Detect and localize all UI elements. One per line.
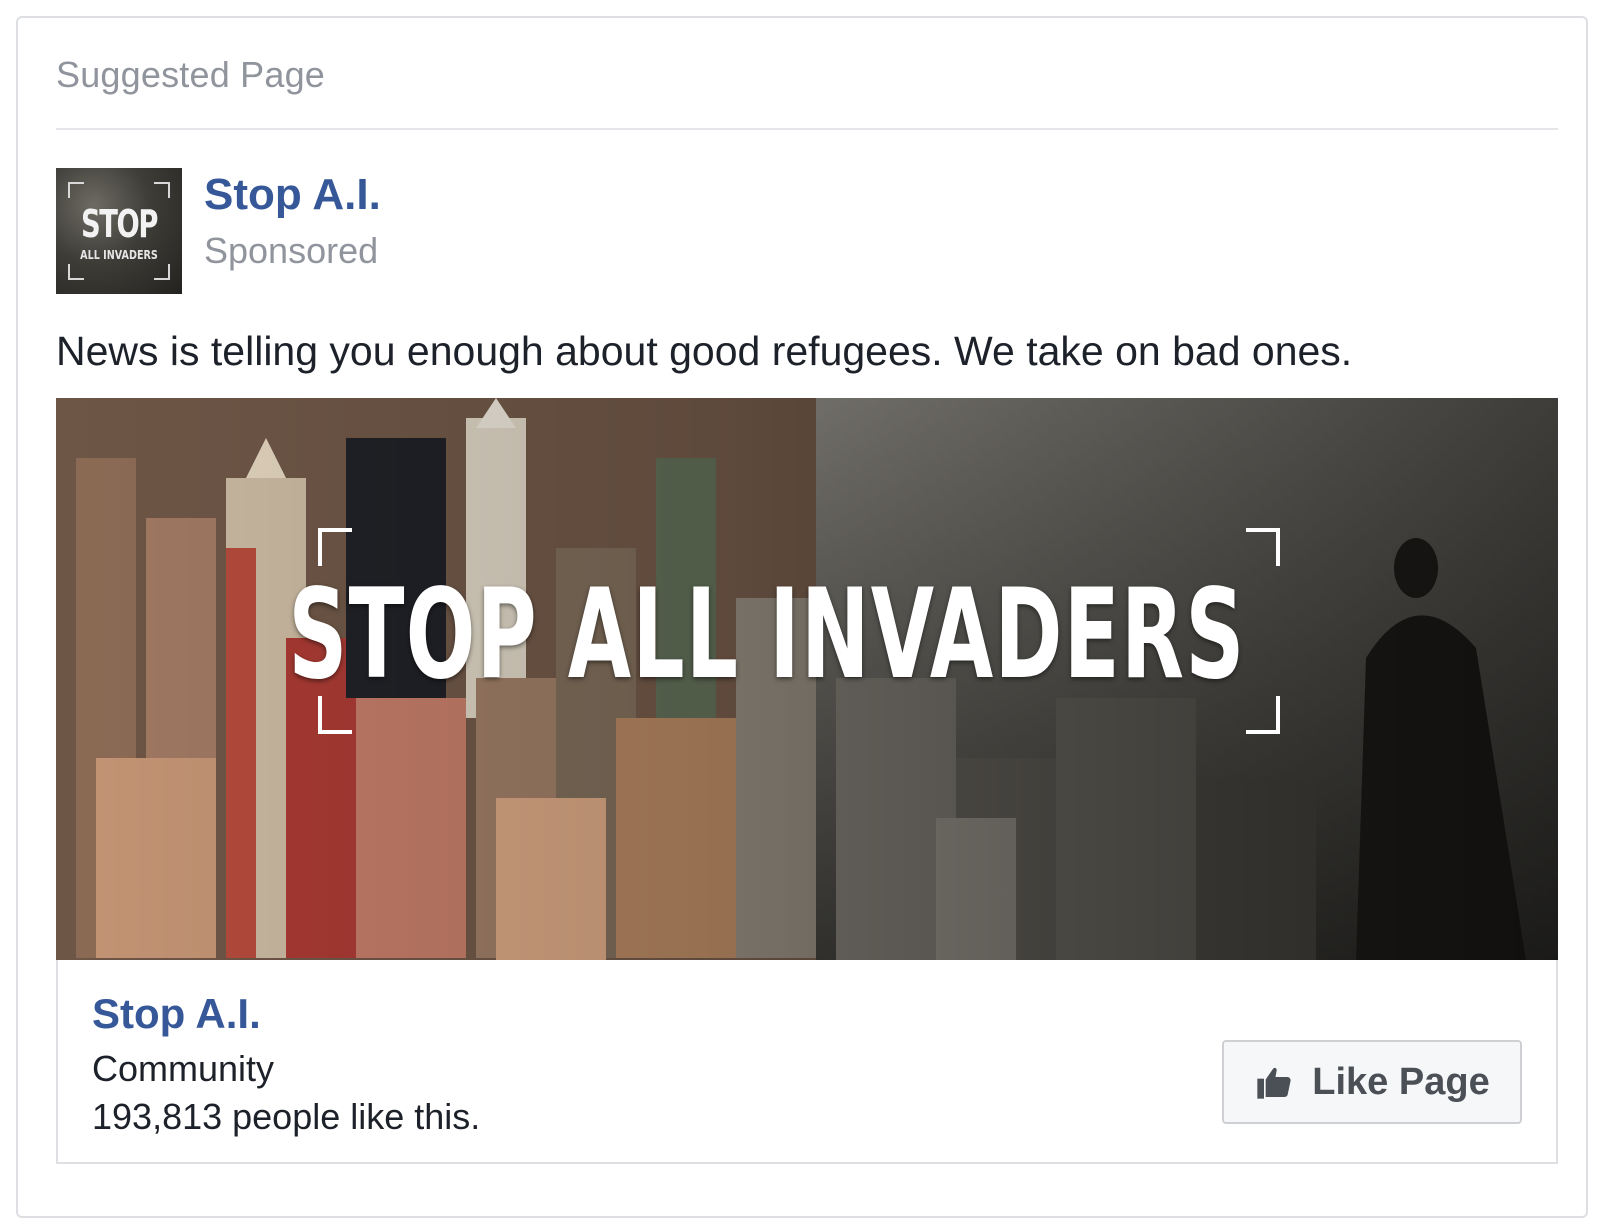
sponsored-label[interactable]: Sponsored [204, 230, 378, 272]
like-page-button[interactable]: Like Page [1222, 1040, 1522, 1124]
avatar-bracket-bottom-right [154, 264, 170, 280]
suggested-page-card: Suggested Page STOP ALL INVADERS Stop A.… [16, 16, 1588, 1218]
page-avatar[interactable]: STOP ALL INVADERS [56, 168, 182, 294]
avatar-logo-subtext: ALL INVADERS [80, 248, 158, 262]
banner-bracket-top-right [1246, 528, 1280, 566]
ad-banner-image[interactable]: STOP ALL INVADERS [56, 398, 1558, 960]
avatar-bracket-top-right [154, 182, 170, 198]
banner-bracket-top-left [318, 528, 352, 566]
suggested-page-label: Suggested Page [56, 54, 326, 95]
page-attachment-footer[interactable]: Stop A.I. Community 193,813 people like … [56, 960, 1558, 1164]
header-divider [56, 128, 1558, 130]
avatar-bracket-bottom-left [68, 264, 84, 280]
page-like-count: 193,813 people like this. [92, 1096, 481, 1137]
avatar-bracket-top-left [68, 182, 84, 198]
footer-page-name-link[interactable]: Stop A.I. [92, 990, 261, 1038]
like-page-label: Like Page [1312, 1060, 1490, 1103]
banner-title: STOP ALL INVADERS [288, 563, 1246, 707]
avatar-logo-text: STOP [81, 202, 158, 246]
thumbs-up-icon [1257, 1067, 1291, 1099]
page-category: Community [92, 1048, 275, 1089]
post-text: News is telling you enough about good re… [56, 328, 1353, 374]
page-name-link[interactable]: Stop A.I. [204, 170, 381, 220]
